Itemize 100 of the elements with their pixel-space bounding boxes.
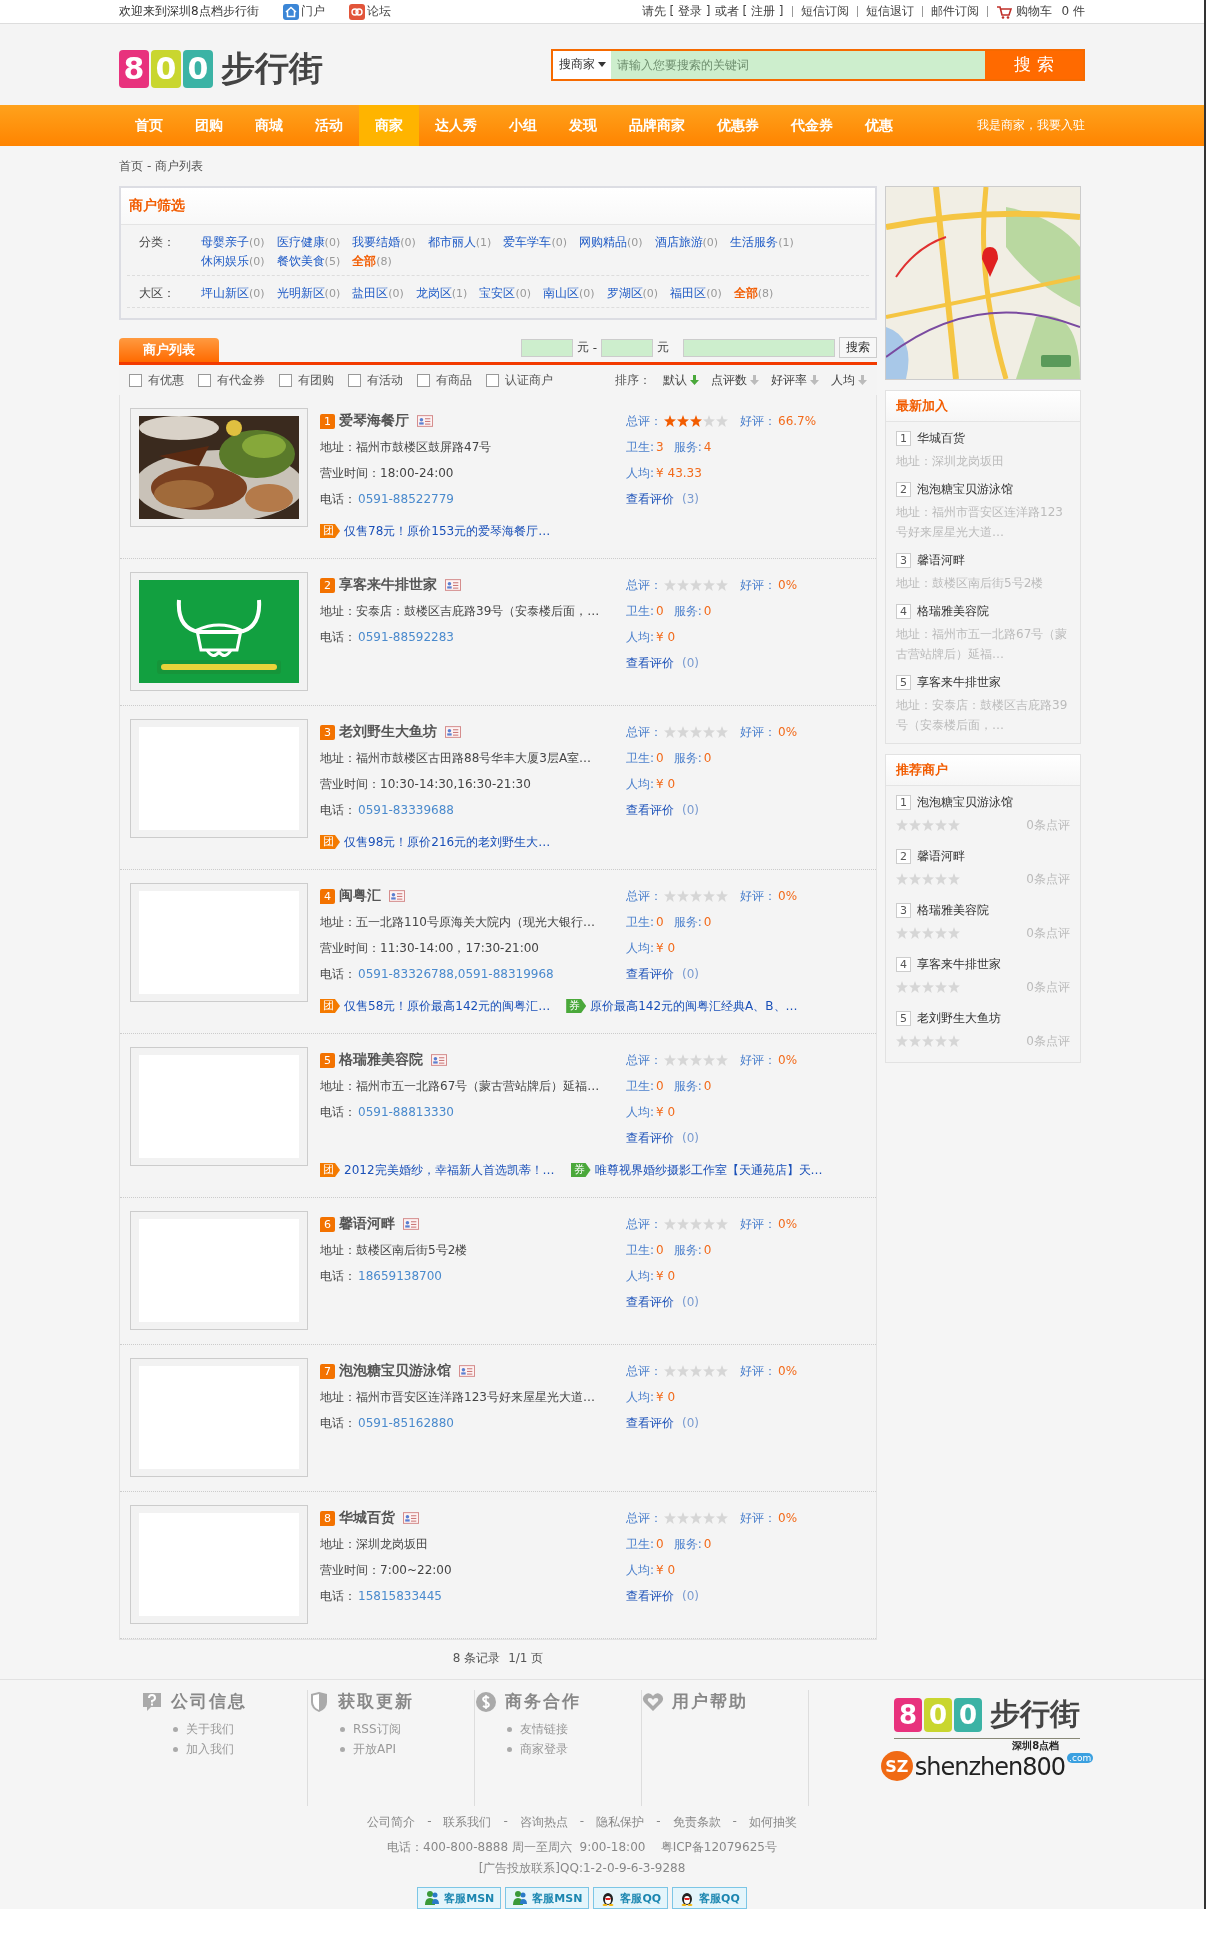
merchant-name[interactable]: 格瑞雅美容院 (339, 1051, 423, 1069)
deal-link[interactable]: 唯尊视界婚纱摄影工作室【天通苑店】天… (594, 1161, 823, 1179)
deal-link[interactable]: 仅售78元！原价153元的爱琴海餐厅… (344, 522, 551, 540)
filter-option[interactable]: 龙岗区(1) (415, 284, 468, 303)
hygiene-label: 卫生: (626, 438, 655, 456)
keyword-field[interactable] (683, 338, 835, 357)
filter-option[interactable]: 坪山新区(0) (201, 284, 265, 303)
search-field[interactable]: 请输入您要搜索的关键词 (611, 50, 985, 79)
positive-label: 好评： (740, 576, 776, 594)
merchant-name[interactable]: 馨语河畔 (339, 1215, 395, 1233)
merchant-name[interactable]: 馨语河畔 (917, 847, 965, 865)
merchant-name[interactable]: 享客来牛排世家 (917, 673, 1001, 691)
filter-option[interactable]: 宝安区(0) (479, 284, 531, 303)
checkbox[interactable] (129, 373, 142, 387)
sort-option[interactable]: 人均 (831, 371, 867, 389)
merchant-name[interactable]: 馨语河畔 (917, 551, 965, 569)
filter-option[interactable]: 医疗健康(0) (276, 233, 341, 252)
portal-link[interactable]: 门户 (282, 3, 325, 20)
deal-link[interactable]: 原价最高142元的闽粤汇经典A、B、… (590, 997, 798, 1015)
site-logo[interactable]: 8 0 0 步行街 (119, 41, 323, 88)
top-link[interactable]: 邮件订阅 (930, 3, 979, 20)
checkbox[interactable] (417, 373, 430, 387)
filter-option[interactable]: 酒店旅游(0) (654, 233, 719, 252)
filter-option[interactable]: 盐田区(0) (352, 284, 404, 303)
customer-service-button[interactable]: 客服QQ (593, 1887, 669, 1909)
filter-option[interactable]: 罗湖区(0) (606, 284, 659, 303)
merchant-name[interactable]: 泡泡糖宝贝游泳馆 (917, 793, 1013, 811)
merchant-name[interactable]: 泡泡糖宝贝游泳馆 (339, 1362, 451, 1380)
service-label: 服务: (673, 913, 702, 931)
rank-badge: 4 (896, 956, 911, 972)
merchant-name[interactable]: 华城百货 (917, 429, 965, 447)
hygiene-score: 0 (656, 1243, 664, 1257)
merchant-name[interactable]: 享客来牛排世家 (917, 955, 1001, 973)
filter-option[interactable]: 餐饮美食(5) (276, 252, 341, 271)
cart-link[interactable]: 购物车 (1015, 3, 1052, 20)
customer-service-button[interactable]: 客服QQ (672, 1887, 747, 1909)
checkbox[interactable] (486, 373, 499, 387)
filter-option[interactable]: 生活服务(1) (730, 233, 794, 252)
reviews-link[interactable]: 查看评价 (626, 1414, 674, 1432)
sort-option[interactable]: 默认 (663, 371, 699, 389)
merchant-name[interactable]: 华城百货 (339, 1509, 395, 1527)
review-count: (0) (682, 1416, 699, 1430)
service-label: 服务: (673, 1241, 702, 1259)
checkbox[interactable] (348, 373, 361, 387)
merchant-name[interactable]: 闽粤汇 (339, 887, 381, 905)
reviews-link[interactable]: 查看评价 (626, 801, 674, 819)
merchant-name[interactable]: 格瑞雅美容院 (917, 602, 989, 620)
filter-option[interactable]: 全部(8) (352, 252, 392, 271)
filter-option[interactable]: 南山区(0) (542, 284, 595, 303)
reviews-link[interactable]: 查看评价 (626, 1587, 674, 1605)
checkbox[interactable] (279, 373, 292, 387)
filter-option[interactable]: 休闲娱乐(0) (201, 252, 265, 271)
filter-option[interactable]: 网购精品(0) (578, 233, 643, 252)
customer-service-button[interactable]: 客服MSN (417, 1887, 502, 1909)
login-link[interactable]: [ 登录 ] (669, 3, 711, 20)
merchant-name[interactable]: 享客来牛排世家 (339, 576, 437, 594)
breadcrumb-link[interactable]: 首页 (119, 157, 143, 175)
reviews-link[interactable]: 查看评价 (626, 1293, 674, 1311)
top-link[interactable]: 短信退订 (865, 3, 914, 20)
top-link[interactable]: 短信订阅 (800, 3, 849, 20)
footer-link[interactable]: 咨询热点 (519, 1814, 568, 1831)
average-price-label: 人均: (626, 775, 655, 793)
merchant-name[interactable]: 格瑞雅美容院 (917, 901, 989, 919)
filter-option[interactable]: 爱车学车(0) (503, 233, 567, 252)
portal-link[interactable]: 论坛 (348, 3, 391, 20)
deal-link[interactable]: 仅售98元！原价216元的老刘野生大… (344, 833, 551, 851)
footer-link[interactable]: 免责条款 (672, 1814, 721, 1831)
filter-option[interactable]: 都市丽人(1) (427, 233, 492, 252)
merchant-name[interactable]: 老刘野生大鱼坊 (917, 1009, 1001, 1027)
merchant-name[interactable]: 泡泡糖宝贝游泳馆 (917, 480, 1013, 498)
filter-option[interactable]: 我要结婚(0) (352, 233, 416, 252)
customer-service-button[interactable]: 客服MSN (505, 1887, 590, 1909)
merchant-name[interactable]: 爱琴海餐厅 (339, 412, 409, 430)
filter-option[interactable]: 光明新区(0) (276, 284, 341, 303)
merchant-name[interactable]: 老刘野生大鱼坊 (339, 723, 437, 741)
search-button[interactable]: 搜索 (839, 337, 877, 358)
sort-option[interactable]: 好评率 (771, 371, 819, 389)
filter-option[interactable]: 母婴亲子(0) (201, 233, 265, 252)
min-price-field[interactable] (520, 338, 573, 357)
footer-link[interactable]: 联系我们 (443, 1814, 492, 1831)
deal-link[interactable]: 2012完美婚纱，幸福新人首选凯蒂！… (344, 1161, 555, 1179)
reviews-link[interactable]: 查看评价 (626, 1129, 674, 1147)
footer-link[interactable]: 隐私保护 (596, 1814, 645, 1831)
footer-link[interactable]: 公司简介 (367, 1814, 416, 1831)
filter-option[interactable]: 福田区(0) (670, 284, 722, 303)
filter-option[interactable]: 全部(8) (733, 284, 774, 303)
reviews-link[interactable]: 查看评价 (626, 965, 674, 983)
site-logo[interactable]: 8 0 0 步行街 (894, 1690, 1080, 1739)
max-price-field[interactable] (601, 338, 653, 357)
site-name: shenzhen800 (914, 1753, 1066, 1781)
footer-link[interactable]: 如何抽奖 (748, 1814, 797, 1831)
register-link[interactable]: [ 注册 ] (742, 3, 784, 20)
reviews-link[interactable]: 查看评价 (626, 654, 674, 672)
deal-link[interactable]: 仅售58元！原价最高142元的闽粤汇… (344, 997, 551, 1015)
checkbox[interactable] (198, 373, 211, 387)
service-score: 0 (703, 604, 712, 618)
reviews-link[interactable]: 查看评价 (626, 490, 674, 508)
review-count: (3) (682, 492, 699, 506)
sort-option[interactable]: 点评数 (711, 371, 759, 389)
image-frame[interactable] (130, 408, 308, 527)
